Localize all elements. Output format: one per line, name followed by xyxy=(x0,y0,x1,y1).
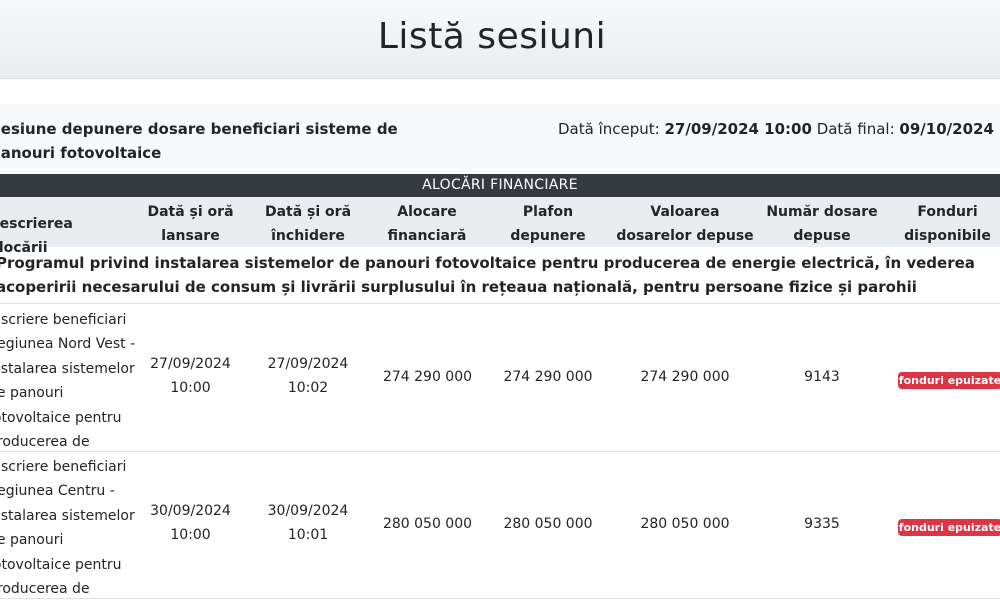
session-dates: Dată început: 27/09/2024 10:00 Dată fina… xyxy=(558,117,1000,141)
ceiling-value: 274 290 000 xyxy=(503,369,593,385)
allocation-value: 280 050 000 xyxy=(382,516,473,532)
end-date-label: Dată final: xyxy=(816,120,895,138)
table-header: Descrierea Alocării Dată și oră lansare … xyxy=(0,197,1000,256)
column-header-available-funds: Fonduri disponibile xyxy=(904,204,991,244)
table-row: Înscriere beneficiari Regiunea Nord Vest… xyxy=(0,305,1000,452)
allocations-section-header: ALOCĂRI FINANCIARE xyxy=(0,174,1000,197)
close-date: 30/09/2024 xyxy=(267,503,349,519)
status-badge: fonduri epuizate xyxy=(898,519,1000,536)
column-header-submitted-value: Valoarea dosarelor depuse xyxy=(616,204,754,244)
column-header-close: Dată și oră închidere xyxy=(264,204,352,244)
table-row: Înscriere beneficiari Regiunea Centru - … xyxy=(0,452,1000,599)
launch-cell: 27/09/2024 10:00 xyxy=(143,352,238,400)
submitted-count: 9335 xyxy=(804,516,840,532)
column-header-ceiling: Plafon depunere xyxy=(510,204,586,244)
submitted-value: 274 290 000 xyxy=(640,369,730,385)
close-cell: 30/09/2024 10:01 xyxy=(259,499,357,547)
launch-time: 10:00 xyxy=(170,527,211,543)
start-date-value: 27/09/2024 10:00 xyxy=(664,120,812,138)
ceiling-value: 280 050 000 xyxy=(503,516,593,532)
allocation-value: 274 290 000 xyxy=(382,369,473,385)
start-date-label: Dată început: xyxy=(558,120,660,138)
page-title: Listă sesiuni xyxy=(377,16,607,57)
end-date-value: 09/10/2024 23:59 xyxy=(899,120,1000,138)
launch-date: 27/09/2024 xyxy=(150,356,231,372)
submitted-value: 280 050 000 xyxy=(640,516,730,532)
status-badge: fonduri epuizate xyxy=(898,372,1000,389)
allocation-description: Înscriere beneficiari Regiunea Centru - … xyxy=(0,459,135,598)
close-date: 27/09/2024 xyxy=(267,356,349,372)
close-time: 10:01 xyxy=(287,527,329,543)
submitted-count: 9143 xyxy=(804,369,840,385)
column-header-allocation: Alocare financiară xyxy=(387,204,467,244)
program-row: Programul privind instalarea sistemelor … xyxy=(0,251,1000,304)
session-title: Sesiune depunere dosare beneficiari sist… xyxy=(0,120,398,162)
launch-time: 10:00 xyxy=(170,380,211,396)
column-header-submitted-count: Număr dosare depuse xyxy=(766,204,878,244)
close-time: 10:02 xyxy=(287,380,329,396)
program-title: Programul privind instalarea sistemelor … xyxy=(0,254,975,296)
page-header: Listă sesiuni xyxy=(0,0,1000,79)
column-header-launch: Dată și oră lansare xyxy=(147,204,234,244)
close-cell: 27/09/2024 10:02 xyxy=(259,352,357,400)
launch-date: 30/09/2024 xyxy=(150,503,231,519)
launch-cell: 30/09/2024 10:00 xyxy=(143,499,238,547)
session-header: Sesiune depunere dosare beneficiari sist… xyxy=(0,104,1000,172)
allocation-description: Înscriere beneficiari Regiunea Nord Vest… xyxy=(0,312,136,451)
